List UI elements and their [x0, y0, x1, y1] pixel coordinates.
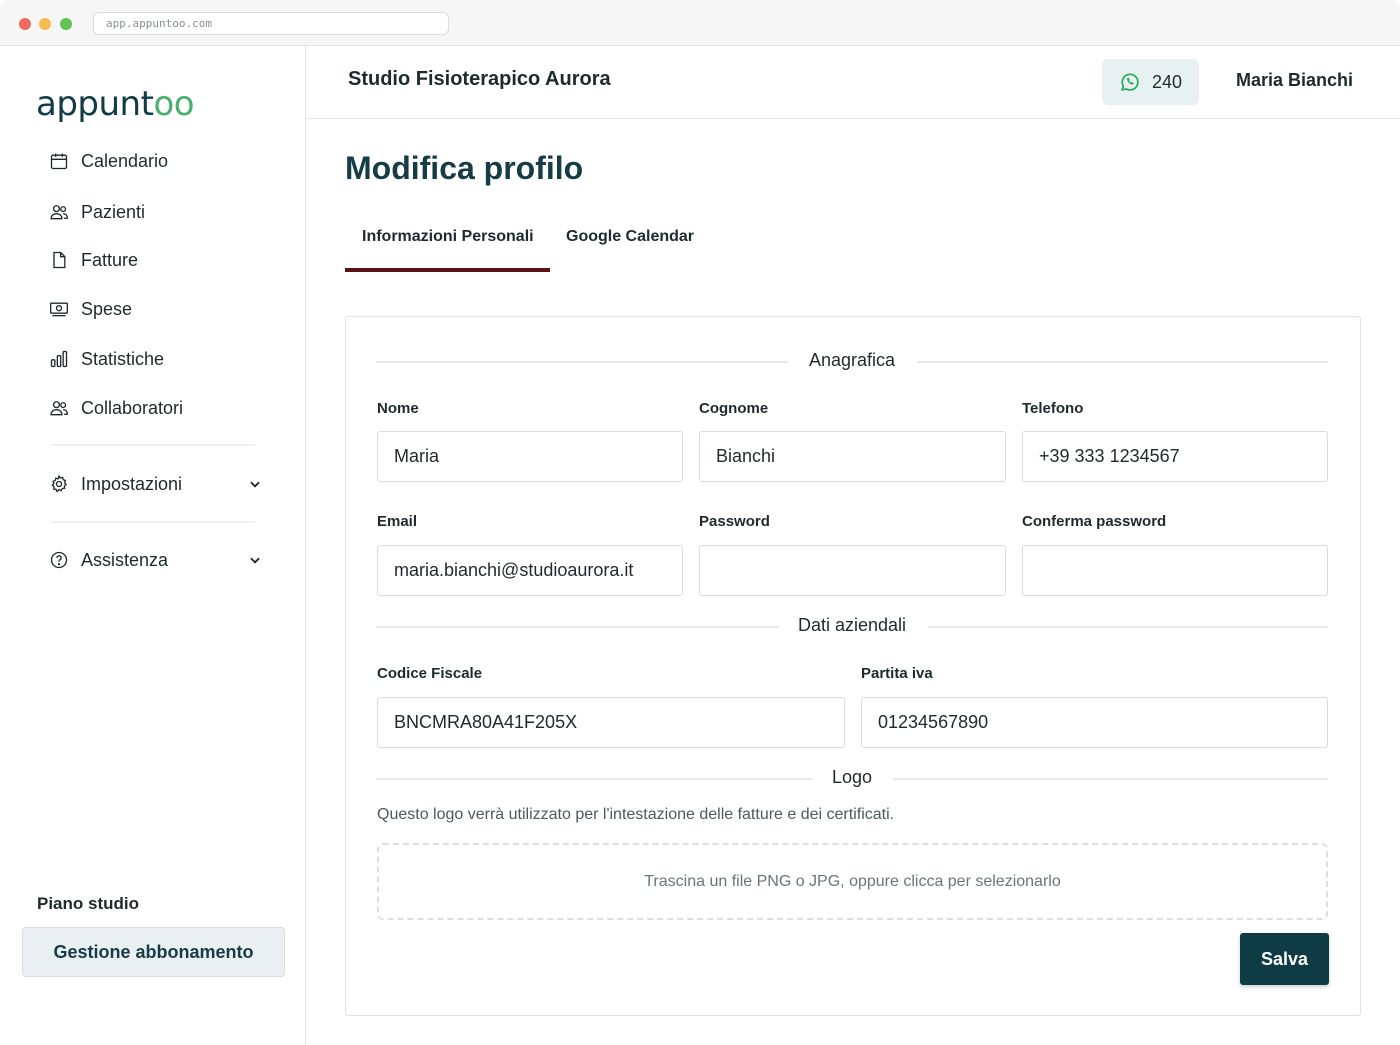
- codice-fiscale-field[interactable]: [377, 697, 845, 748]
- logo-text: appunt: [36, 84, 154, 124]
- partita-iva-label: Partita iva: [861, 665, 933, 682]
- user-menu[interactable]: Maria Bianchi: [1236, 70, 1353, 91]
- sidebar-item-assistenza[interactable]: Assistenza: [48, 545, 278, 575]
- tab-informazioni-personali[interactable]: Informazioni Personali: [362, 228, 534, 246]
- section-anagrafica: Anagrafica: [376, 350, 1328, 374]
- dropzone-text: Trascina un file PNG o JPG, oppure clicc…: [644, 872, 1061, 890]
- active-tab-indicator: [345, 268, 550, 272]
- sidebar-item-label: Fatture: [81, 249, 139, 270]
- plan-label: Piano studio: [37, 894, 139, 913]
- conferma-password-field[interactable]: [1022, 545, 1328, 596]
- sidebar-divider: [51, 444, 255, 446]
- section-title: Anagrafica: [808, 350, 896, 370]
- users-icon: [48, 397, 70, 419]
- logo-help-text: Questo logo verrà utilizzato per l'intes…: [377, 806, 895, 823]
- chevron-down-icon: [248, 475, 262, 496]
- minimize-window-button[interactable]: [39, 18, 51, 30]
- password-label: Password: [699, 513, 770, 530]
- sidebar-item-label: Pazienti: [81, 201, 146, 222]
- email-label: Email: [377, 513, 418, 530]
- sidebar-item-label: Collaboratori: [81, 397, 184, 418]
- help-icon: [48, 549, 70, 571]
- top-header: Studio Fisioterapico Aurora 240 Maria Bi…: [306, 46, 1400, 119]
- sidebar-item-collaboratori[interactable]: Collaboratori: [48, 393, 278, 423]
- section-title: Logo: [831, 767, 873, 787]
- sidebar-item-label: Statistiche: [81, 348, 165, 369]
- whatsapp-icon: [1121, 73, 1139, 91]
- studio-name: Studio Fisioterapico Aurora: [348, 68, 611, 90]
- sidebar-divider: [51, 521, 255, 523]
- bar-chart-icon: [48, 348, 70, 370]
- codice-fiscale-label: Codice Fiscale: [377, 665, 483, 682]
- url-bar[interactable]: app.appuntoo.com: [93, 12, 449, 35]
- tab-google-calendar[interactable]: Google Calendar: [566, 228, 694, 246]
- calendar-icon: [48, 150, 70, 172]
- sidebar-item-label: Assistenza: [81, 549, 169, 570]
- sidebar-item-statistiche[interactable]: Statistiche: [48, 344, 278, 374]
- email-field[interactable]: [377, 545, 683, 596]
- logo-dropzone[interactable]: Trascina un file PNG o JPG, oppure clicc…: [377, 843, 1328, 920]
- sidebar-item-pazienti[interactable]: Pazienti: [48, 197, 278, 227]
- conferma-password-label: Conferma password: [1022, 513, 1167, 530]
- cognome-field[interactable]: [699, 431, 1006, 482]
- sidebar-item-fatture[interactable]: Fatture: [48, 245, 278, 275]
- section-title: Dati aziendali: [797, 615, 907, 635]
- telefono-label: Telefono: [1022, 400, 1084, 417]
- save-button[interactable]: Salva: [1240, 933, 1329, 985]
- sidebar-item-label: Spese: [81, 298, 133, 319]
- chevron-down-icon: [248, 551, 262, 572]
- document-icon: [48, 249, 70, 271]
- password-field[interactable]: [699, 545, 1006, 596]
- page-title: Modifica profilo: [345, 150, 584, 186]
- cognome-label: Cognome: [699, 400, 769, 417]
- partita-iva-field[interactable]: [861, 697, 1328, 748]
- sidebar-item-calendario[interactable]: Calendario: [48, 146, 278, 176]
- sidebar-item-spese[interactable]: Spese: [48, 294, 278, 324]
- maximize-window-button[interactable]: [60, 18, 72, 30]
- section-logo: Logo: [376, 767, 1328, 791]
- sidebar-item-label: Impostazioni: [81, 473, 183, 494]
- section-dati-aziendali: Dati aziendali: [376, 615, 1328, 639]
- gear-icon: [48, 473, 70, 495]
- telefono-field[interactable]: [1022, 431, 1328, 482]
- money-icon: [48, 298, 70, 320]
- browser-chrome: app.appuntoo.com: [0, 0, 1400, 46]
- close-window-button[interactable]: [19, 18, 31, 30]
- users-icon: [48, 201, 70, 223]
- logo-accent: oo: [153, 84, 195, 124]
- sidebar-item-label: Calendario: [81, 150, 169, 171]
- whatsapp-count: 240: [1151, 71, 1183, 92]
- manage-subscription-button[interactable]: Gestione abbonamento: [22, 927, 285, 977]
- sidebar-item-impostazioni[interactable]: Impostazioni: [48, 469, 278, 499]
- nome-label: Nome: [377, 400, 419, 417]
- app-logo[interactable]: appuntoo: [36, 84, 195, 124]
- nome-field[interactable]: [377, 431, 683, 482]
- whatsapp-credits-badge[interactable]: 240: [1102, 59, 1199, 105]
